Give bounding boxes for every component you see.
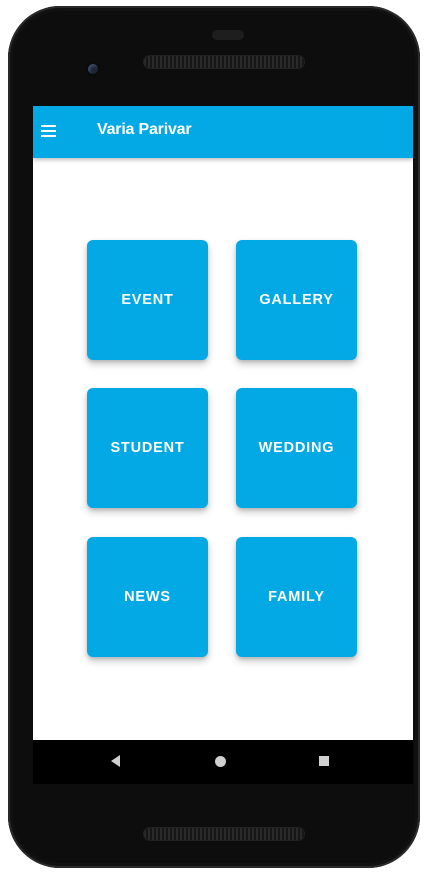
event-tile-label: EVENT — [121, 292, 174, 308]
back-triangle-icon[interactable] — [111, 755, 120, 767]
app-screen: Varia Parivar EVENT GALLERY STUDENT WEDD… — [33, 106, 413, 740]
home-circle-icon[interactable] — [215, 756, 226, 767]
front-camera — [88, 64, 98, 74]
app-title: Varia Parivar — [97, 121, 192, 138]
news-tile-label: NEWS — [124, 589, 171, 605]
student-tile-label: STUDENT — [110, 440, 185, 456]
recents-square-icon[interactable] — [319, 756, 329, 766]
news-tile[interactable]: NEWS — [87, 537, 208, 657]
family-tile-label: FAMILY — [268, 589, 325, 605]
system-nav-bar — [33, 740, 413, 784]
bottom-speaker — [144, 828, 304, 840]
app-bar: Varia Parivar — [33, 106, 413, 158]
earpiece-speaker — [144, 56, 304, 68]
student-tile[interactable]: STUDENT — [87, 388, 208, 508]
wedding-tile[interactable]: WEDDING — [236, 388, 357, 508]
event-tile[interactable]: EVENT — [87, 240, 208, 360]
gallery-tile-label: GALLERY — [259, 292, 334, 308]
top-sensor — [212, 30, 244, 40]
wedding-tile-label: WEDDING — [258, 440, 335, 456]
hamburger-menu-icon[interactable] — [41, 122, 61, 142]
family-tile[interactable]: FAMILY — [236, 537, 357, 657]
gallery-tile[interactable]: GALLERY — [236, 240, 357, 360]
